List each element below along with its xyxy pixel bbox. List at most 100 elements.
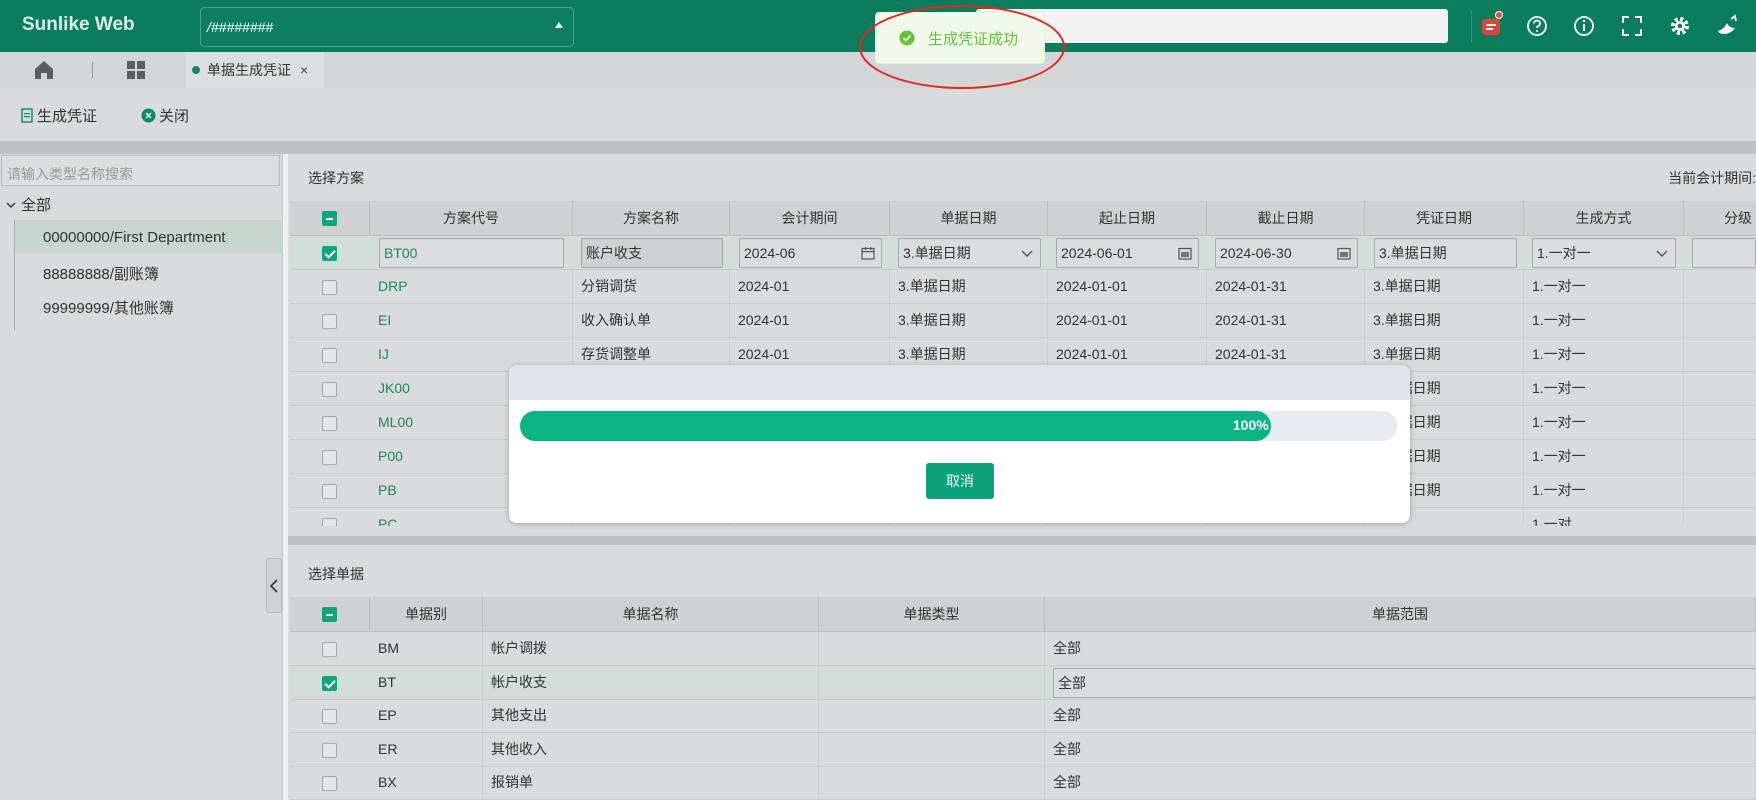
table-cell [1684, 304, 1756, 337]
close-icon[interactable]: × [300, 62, 308, 78]
tree-item[interactable]: 00000000/First Department [15, 220, 283, 254]
table-row[interactable]: BX 报销单 全部 [290, 766, 1756, 800]
level-input[interactable] [1692, 238, 1756, 268]
tree-item[interactable]: 99999999/其他账簿 [15, 288, 283, 322]
table-row[interactable]: EP 其他支出 全部 [290, 699, 1756, 733]
table-cell [1684, 440, 1756, 473]
column-header[interactable]: 单据别 [370, 597, 483, 632]
table-row[interactable]: DRP 分销调货 2024-01 3.单据日期 2024-01-01 2024-01-31… [290, 270, 1756, 304]
active-dot-icon [192, 66, 200, 74]
tree-root[interactable]: 全部 [6, 194, 51, 215]
table-cell: 3.单据日期 [1365, 304, 1524, 337]
row-checkbox[interactable] [322, 642, 337, 657]
table-cell: 全部 [1045, 732, 1756, 766]
table-row[interactable]: ER 其他收入 全部 [290, 732, 1756, 767]
select-all-checkbox[interactable] [322, 607, 337, 622]
column-header[interactable]: 起止日期 [1048, 201, 1207, 236]
table-cell: 收入确认单 [573, 304, 730, 337]
collapse-panel-button[interactable] [266, 558, 282, 613]
column-header[interactable]: 单据日期 [890, 201, 1048, 236]
range-input[interactable]: 全部 [1053, 667, 1755, 698]
fullscreen-icon[interactable] [1619, 13, 1645, 39]
row-checkbox[interactable] [322, 709, 337, 724]
table-cell: 报销单 [483, 766, 819, 799]
row-checkbox[interactable] [322, 246, 337, 261]
table-row-editing[interactable]: BT00 账户收支 2024-06 3.单据日期 2024-06-01 2024… [290, 236, 1756, 270]
column-header[interactable]: 凭证日期 [1365, 201, 1524, 236]
column-header[interactable]: 方案代号 [370, 201, 573, 236]
row-checkbox[interactable] [322, 416, 337, 431]
row-checkbox[interactable] [322, 484, 337, 499]
start-date-input[interactable]: 2024-06-01 [1056, 238, 1199, 268]
tab-voucher-generation[interactable]: 单据生成凭证 × [186, 52, 324, 88]
row-checkbox[interactable] [322, 382, 337, 397]
progress-label: 100% [1232, 417, 1269, 433]
table-cell: 其他支出 [483, 699, 819, 732]
row-checkbox[interactable] [322, 450, 337, 465]
table-cell [1684, 474, 1756, 507]
row-checkbox[interactable] [322, 675, 337, 691]
table-row[interactable]: BM 帐户调拨 全部 [290, 632, 1756, 666]
tab-label: 单据生成凭证 [207, 62, 291, 78]
period-input[interactable]: 2024-06 [739, 238, 882, 268]
column-header[interactable]: 会计期间 [730, 201, 890, 236]
generate-voucher-button[interactable]: 生成凭证 [20, 105, 97, 126]
select-all-cell [290, 201, 370, 236]
table-cell [1684, 406, 1756, 439]
user-icon[interactable] [1715, 13, 1741, 39]
table-cell: 1.一对一 [1524, 270, 1684, 303]
info-icon[interactable] [1571, 13, 1597, 39]
column-header[interactable]: 截止日期 [1207, 201, 1365, 236]
notification-icon[interactable] [1478, 11, 1504, 39]
account-select[interactable]: /######## [200, 7, 574, 47]
scheme-name-input[interactable]: 账户收支 [581, 238, 723, 268]
grid-icon[interactable] [126, 60, 146, 80]
table-cell: 帐户收支 [483, 665, 819, 699]
document-icon [21, 108, 33, 123]
select-all-checkbox[interactable] [322, 211, 337, 226]
end-date-input[interactable]: 2024-06-30 [1215, 238, 1358, 268]
column-header[interactable]: 方案名称 [573, 201, 730, 236]
cancel-button[interactable]: 取消 [926, 463, 994, 499]
help-icon[interactable] [1524, 13, 1550, 39]
caret-up-icon [555, 22, 563, 28]
close-button[interactable]: 关闭 [141, 105, 189, 126]
doc-date-select[interactable]: 3.单据日期 [898, 238, 1041, 268]
table-cell: 2024-01-31 [1207, 270, 1365, 303]
type-search-input[interactable]: 请输入类型名称搜索 [1, 155, 280, 186]
table-cell: 1.一对一 [1524, 440, 1684, 473]
divider [1471, 10, 1472, 42]
start-date-value: 2024-06-01 [1061, 245, 1133, 261]
current-period-label: 当前会计期间: [1668, 170, 1756, 186]
left-tree-panel: 请输入类型名称搜索 全部 00000000/First Department 8… [0, 154, 283, 800]
voucher-date-input[interactable]: 3.单据日期 [1374, 238, 1517, 268]
table-row[interactable]: EI 收入确认单 2024-01 3.单据日期 2024-01-01 2024-01-31… [290, 304, 1756, 338]
generate-voucher-label: 生成凭证 [37, 108, 98, 125]
table-cell: 1.一对一 [1524, 406, 1684, 439]
end-date-value: 2024-06-30 [1220, 245, 1292, 261]
tree-item[interactable]: 88888888/副账簿 [15, 254, 283, 288]
table-cell: BX [370, 766, 483, 799]
row-checkbox[interactable] [322, 776, 337, 791]
column-header[interactable]: 分级 [1684, 201, 1756, 236]
row-checkbox[interactable] [322, 348, 337, 363]
doc-date-value: 3.单据日期 [903, 245, 971, 261]
column-header[interactable]: 单据类型 [819, 597, 1045, 632]
mode-select[interactable]: 1.一对一 [1532, 238, 1676, 268]
home-icon[interactable] [32, 59, 56, 81]
table-cell: 1.一对一 [1524, 304, 1684, 337]
table-cell [1684, 372, 1756, 405]
table-cell: 2024-01-31 [1207, 304, 1365, 337]
column-header[interactable]: 生成方式 [1524, 201, 1684, 236]
scheme-code-input[interactable]: BT00 [379, 238, 564, 268]
scheme-table-header: 方案代号 方案名称 会计期间 单据日期 起止日期 截止日期 凭证日期 生成方式 … [290, 201, 1756, 236]
calendar-icon [861, 247, 875, 260]
table-row[interactable]: BT 帐户收支 全部 [290, 665, 1756, 700]
settings-icon[interactable] [1667, 13, 1693, 39]
column-header[interactable]: 单据范围 [1045, 597, 1756, 632]
row-checkbox[interactable] [322, 742, 337, 758]
row-checkbox[interactable] [322, 314, 337, 329]
tree-root-label: 全部 [21, 197, 52, 214]
column-header[interactable]: 单据名称 [483, 597, 819, 632]
row-checkbox[interactable] [322, 280, 337, 295]
